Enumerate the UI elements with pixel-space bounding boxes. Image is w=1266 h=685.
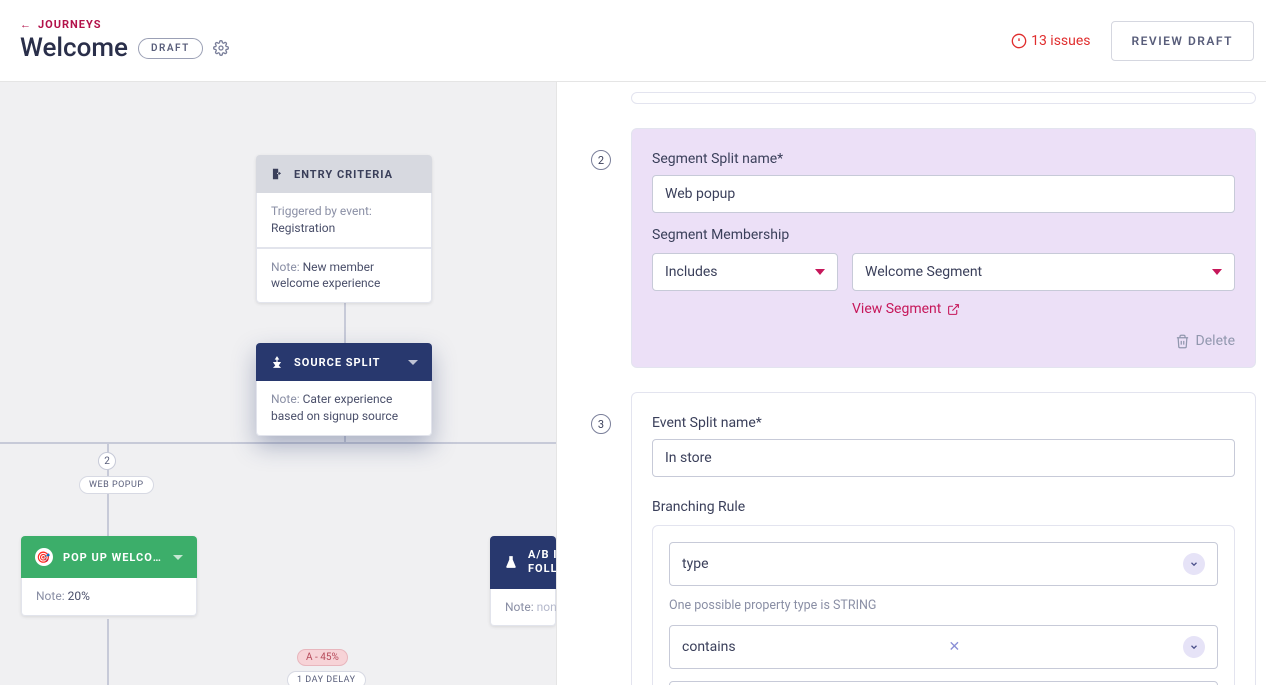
node-header: SOURCE SPLIT: [256, 343, 432, 381]
page-title: Welcome: [20, 33, 128, 63]
node-header: ENTRY CRITERIA: [256, 155, 432, 193]
event-name-label: Event Split name*: [652, 415, 1235, 431]
note-value: 20%: [68, 589, 90, 603]
note-label: Note:: [505, 600, 534, 614]
panel-inner: 2 Segment Split name* Segment Membership…: [557, 82, 1266, 685]
issues-link[interactable]: 13 issues: [1011, 33, 1090, 49]
node-title: POP UP WELCOME OFFE…: [63, 551, 163, 564]
branching-rule-box: type One possible property type is STRIN…: [652, 525, 1235, 685]
segment-name-label: Segment Split name*: [652, 151, 1235, 167]
node-body: Note: Cater experience based on signup s…: [256, 381, 432, 436]
node-body: Note: 20%: [21, 578, 197, 616]
branching-rule-label: Branching Rule: [652, 499, 1235, 515]
node-title: SOURCE SPLIT: [294, 356, 380, 369]
status-badge: DRAFT: [138, 38, 203, 59]
view-segment-link[interactable]: View Segment: [852, 301, 1235, 317]
note-label: Note:: [271, 392, 300, 406]
connector: [107, 619, 109, 685]
membership-segment-select[interactable]: Welcome Segment: [852, 253, 1235, 291]
delete-text: Delete: [1196, 333, 1235, 349]
trash-icon: [1175, 334, 1190, 349]
segment-name-input[interactable]: [652, 175, 1235, 213]
variant-badge: A - 45%: [297, 649, 348, 666]
chevron-down-icon: [1183, 636, 1205, 658]
step-number: 2: [591, 150, 611, 170]
select-value: contains: [682, 639, 736, 655]
node-header: 🎯 POP UP WELCOME OFFE…: [21, 536, 197, 578]
event-split-card: Event Split name* Branching Rule type On…: [631, 392, 1256, 685]
rule-property-select[interactable]: type: [669, 542, 1218, 586]
header-right: 13 issues REVIEW DRAFT: [1011, 21, 1254, 61]
segment-split-card: Segment Split name* Segment Membership I…: [631, 128, 1256, 368]
back-label: JOURNEYS: [38, 18, 101, 31]
split-icon: [270, 355, 284, 369]
gear-icon[interactable]: [213, 40, 229, 56]
branch-index: 2: [98, 452, 116, 470]
external-link-icon: [947, 303, 960, 316]
rule-hint: One possible property type is STRING: [669, 598, 1218, 613]
chevron-down-icon[interactable]: [173, 555, 183, 560]
card-edge: [631, 92, 1256, 104]
step-number: 3: [591, 414, 611, 434]
note-label: Note:: [36, 589, 65, 603]
door-icon: [270, 167, 284, 181]
note-label: Note:: [271, 260, 300, 274]
select-value: Welcome Segment: [865, 264, 982, 280]
flask-icon: [504, 555, 518, 569]
alert-icon: [1011, 33, 1027, 49]
membership-operator-select[interactable]: Includes: [652, 253, 838, 291]
title-row: Welcome DRAFT: [20, 33, 229, 63]
node-ab-test[interactable]: A/B I FOLL Note: none: [490, 536, 556, 626]
branch-label: WEB POPUP: [79, 476, 154, 494]
app-header: ← JOURNEYS Welcome DRAFT 13 issues REVIE…: [0, 0, 1266, 82]
event-name-input[interactable]: [652, 439, 1235, 477]
node-body: Note: New member welcome experience: [256, 248, 432, 304]
delay-label: 1 DAY DELAY: [287, 671, 366, 685]
rule-value-select[interactable]: store: [669, 681, 1218, 685]
node-popup-offer[interactable]: 🎯 POP UP WELCOME OFFE… Note: 20%: [21, 536, 197, 616]
select-value: type: [682, 556, 709, 572]
node-source-split[interactable]: SOURCE SPLIT Note: Cater experience base…: [256, 343, 432, 436]
node-header: A/B I FOLL: [490, 536, 556, 589]
connector: [344, 300, 346, 343]
trigger-label: Triggered by event:: [271, 204, 372, 218]
issues-text: 13 issues: [1031, 33, 1090, 49]
connector: [0, 442, 556, 444]
node-body: Note: none: [490, 589, 556, 627]
offer-icon: 🎯: [35, 548, 53, 566]
review-draft-button[interactable]: REVIEW DRAFT: [1111, 21, 1254, 61]
select-value: Includes: [665, 264, 718, 280]
header-left: ← JOURNEYS Welcome DRAFT: [20, 18, 229, 63]
segment-membership-label: Segment Membership: [652, 227, 1235, 243]
chevron-down-icon[interactable]: [408, 360, 418, 365]
chevron-down-icon: [815, 269, 825, 275]
chevron-down-icon: [1183, 553, 1205, 575]
node-title: A/B I FOLL: [528, 548, 558, 577]
node-body: Triggered by event: Registration: [256, 193, 432, 248]
node-entry-criteria[interactable]: ENTRY CRITERIA Triggered by event: Regis…: [256, 155, 432, 303]
chevron-down-icon: [1212, 269, 1222, 275]
clear-icon[interactable]: ✕: [948, 639, 960, 655]
config-panel: 2 Segment Split name* Segment Membership…: [556, 82, 1266, 685]
arrow-left-icon: ←: [20, 18, 32, 31]
view-segment-text: View Segment: [852, 301, 941, 317]
trigger-value: Registration: [271, 221, 335, 235]
rule-operator-select[interactable]: contains ✕: [669, 625, 1218, 669]
delete-button[interactable]: Delete: [652, 333, 1235, 349]
back-link[interactable]: ← JOURNEYS: [20, 18, 229, 31]
node-title: ENTRY CRITERIA: [294, 168, 393, 181]
